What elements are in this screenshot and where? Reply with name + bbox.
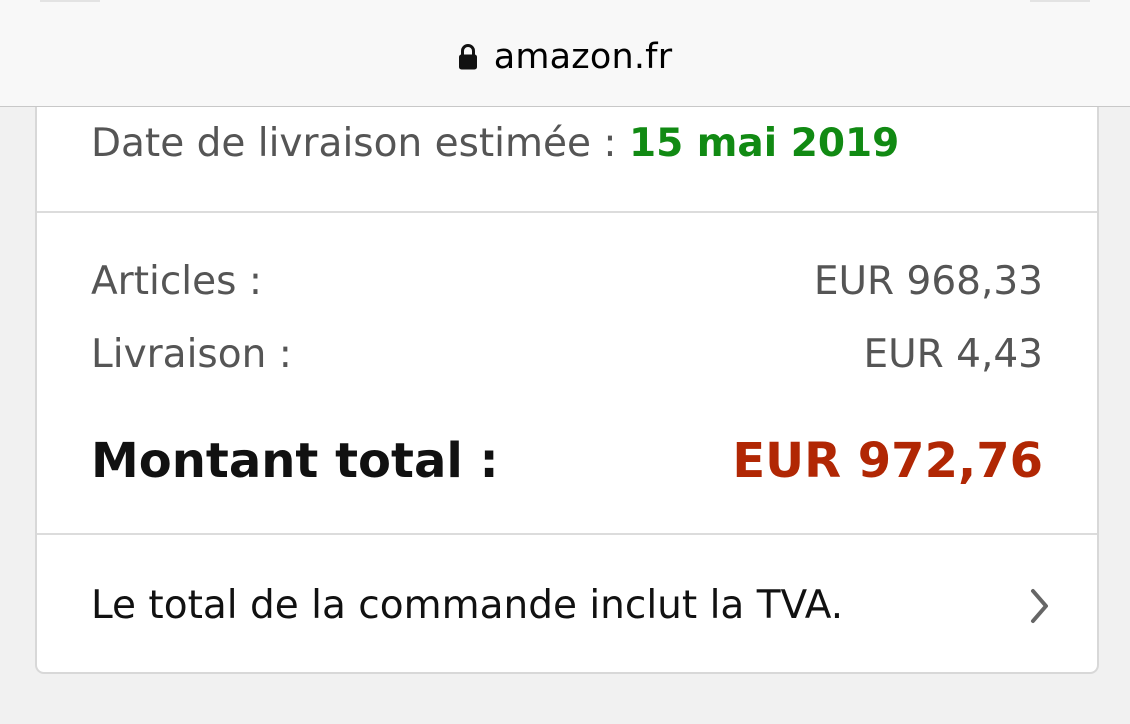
shipping-row: Livraison : EUR 4,43 bbox=[91, 331, 1043, 379]
order-summary-card: Date de livraison estimée : 15 mai 2019 … bbox=[35, 107, 1099, 674]
delivery-label: Date de livraison estimée : bbox=[91, 121, 629, 166]
chevron-right-icon[interactable] bbox=[1029, 586, 1051, 626]
vat-info-row[interactable]: Le total de la commande inclut la TVA. bbox=[37, 535, 1097, 672]
total-row: Montant total : EUR 972,76 bbox=[91, 431, 1043, 491]
total-value: EUR 972,76 bbox=[732, 433, 1043, 489]
shipping-label: Livraison : bbox=[91, 332, 292, 377]
toolbar-edge-left bbox=[40, 0, 100, 2]
url-text: amazon.fr bbox=[493, 37, 673, 77]
delivery-date: 15 mai 2019 bbox=[628, 121, 900, 166]
items-label: Articles : bbox=[91, 259, 262, 304]
url-display[interactable]: amazon.fr bbox=[0, 37, 1130, 77]
price-summary: Articles : EUR 968,33 Livraison : EUR 4,… bbox=[37, 213, 1097, 535]
shipping-value: EUR 4,43 bbox=[863, 332, 1043, 377]
items-row: Articles : EUR 968,33 bbox=[91, 258, 1043, 306]
toolbar-edge-right bbox=[1030, 0, 1090, 2]
browser-address-bar[interactable]: amazon.fr bbox=[0, 0, 1130, 107]
items-value: EUR 968,33 bbox=[813, 259, 1043, 304]
delivery-estimate: Date de livraison estimée : 15 mai 2019 bbox=[91, 120, 899, 168]
lock-icon bbox=[458, 44, 477, 70]
delivery-estimate-row: Date de livraison estimée : 15 mai 2019 bbox=[37, 107, 1097, 213]
vat-note: Le total de la commande inclut la TVA. bbox=[91, 583, 844, 628]
total-label: Montant total : bbox=[91, 433, 499, 489]
